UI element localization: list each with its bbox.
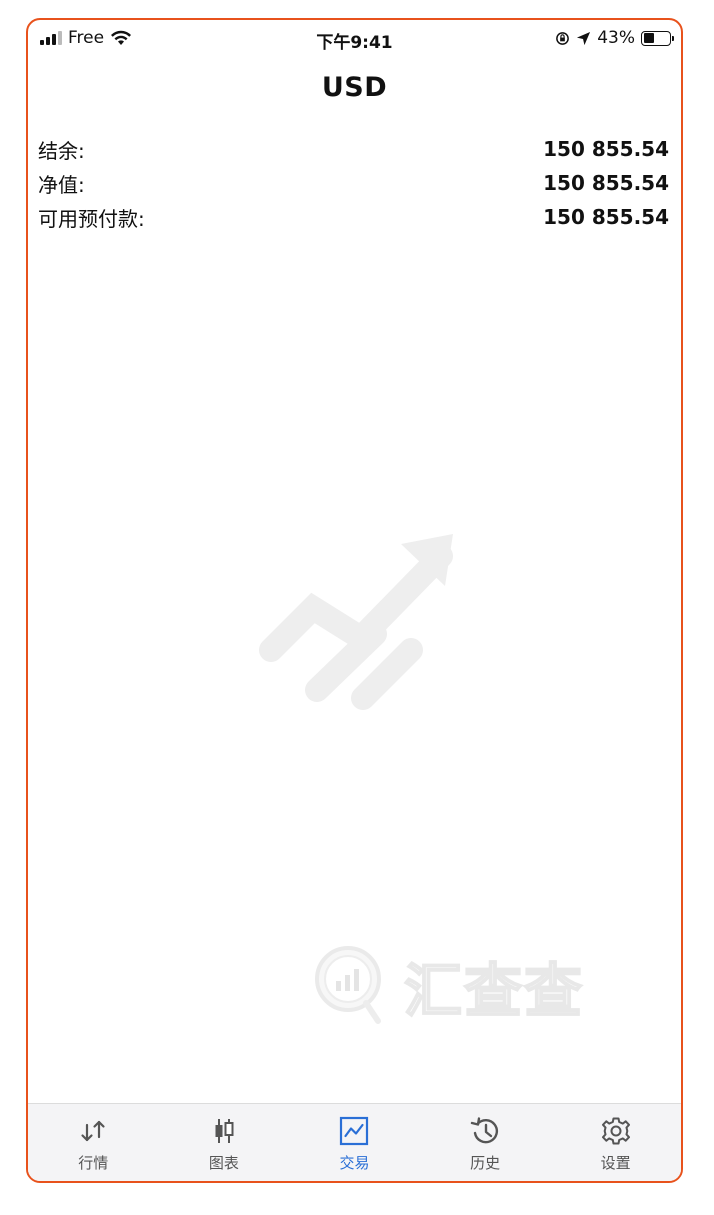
tab-quotes[interactable]: 行情: [28, 1104, 159, 1181]
watermark-logo: 汇查查: [314, 944, 584, 1028]
account-summary: 结余: 150 855.54 净值: 150 855.54 可用预付款: 150…: [28, 132, 681, 234]
location-arrow-icon: [577, 31, 591, 45]
balance-value: 150 855.54: [543, 137, 669, 161]
balance-row: 结余: 150 855.54: [28, 132, 681, 166]
tab-charts[interactable]: 图表: [159, 1104, 290, 1181]
tab-history[interactable]: 历史: [420, 1104, 551, 1181]
quotes-arrows-icon: [81, 1120, 105, 1142]
gear-icon: [601, 1117, 630, 1145]
tab-settings[interactable]: 设置: [550, 1104, 681, 1181]
empty-trade-arrow-icon: [259, 534, 453, 710]
magnifier-chart-icon: [315, 946, 381, 1024]
free-margin-label: 可用预付款:: [38, 206, 145, 231]
rotation-lock-icon: [556, 31, 570, 45]
equity-label: 净值:: [38, 172, 85, 197]
free-margin-value: 150 855.54: [543, 205, 669, 229]
equity-row: 净值: 150 855.54: [28, 166, 681, 200]
tab-trade[interactable]: 交易: [289, 1104, 420, 1181]
status-bar: Free 下午9:41 43%: [28, 20, 681, 60]
history-clock-icon: [470, 1117, 499, 1144]
candlestick-icon: [215, 1119, 234, 1143]
tab-quotes-label: 行情: [78, 1154, 109, 1172]
watermark-text: 汇查查: [403, 956, 585, 1026]
battery-percent: 43%: [597, 28, 635, 48]
free-margin-row: 可用预付款: 150 855.54: [28, 200, 681, 234]
tab-trade-label: 交易: [339, 1154, 370, 1172]
page-title: USD: [321, 72, 388, 103]
tab-charts-label: 图表: [208, 1154, 239, 1172]
trade-chart-icon: [340, 1116, 369, 1146]
phone-frame: Free 下午9:41 43% USD 结余: 150 855.54 净值: 1…: [26, 18, 683, 1183]
battery-fill: [643, 33, 655, 43]
tab-history-label: 历史: [470, 1154, 501, 1172]
status-right: 43%: [555, 28, 674, 48]
equity-value: 150 855.54: [543, 171, 669, 195]
tab-settings-label: 设置: [600, 1154, 631, 1172]
battery-icon: [641, 30, 674, 46]
bottom-tab-bar: 行情 图表 交易 历史 设置: [28, 1103, 681, 1181]
balance-label: 结余:: [38, 138, 85, 163]
